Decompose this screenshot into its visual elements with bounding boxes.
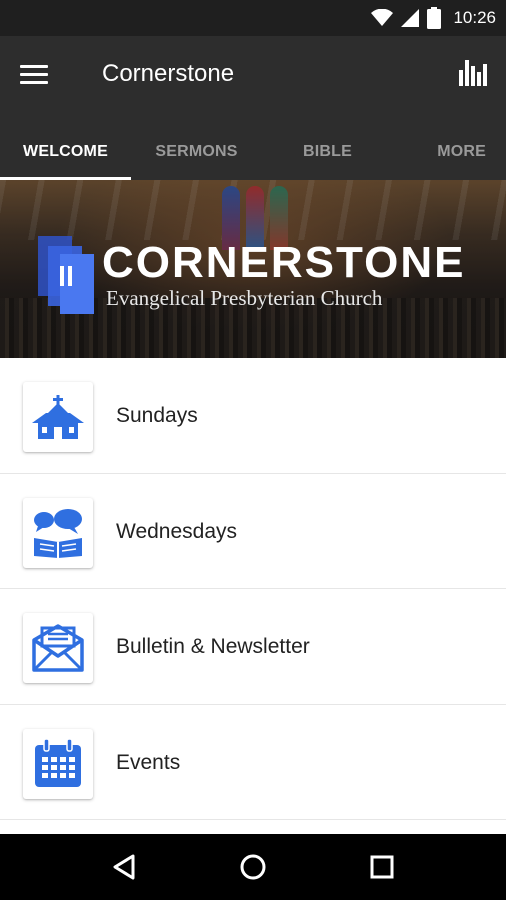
tab-sermons[interactable]: SERMONS <box>131 124 262 180</box>
hamburger-menu-icon[interactable] <box>20 58 60 90</box>
status-time: 10:26 <box>453 8 496 27</box>
hero-subtitle: Evangelical Presbyterian Church <box>106 286 383 310</box>
church-icon <box>23 382 93 452</box>
tab-welcome[interactable]: WELCOME <box>0 124 131 180</box>
tab-bar: WELCOME SERMONS BIBLE MORE <box>0 124 506 180</box>
recents-icon[interactable] <box>357 842 407 892</box>
hero-banner: CORNERSTONE Evangelical Presbyterian Chu… <box>0 180 506 358</box>
tab-more[interactable]: MORE <box>393 124 506 180</box>
list-item-label: Bulletin & Newsletter <box>116 635 310 658</box>
list-item-label: Sundays <box>116 404 198 427</box>
list-item-events[interactable]: Events <box>0 704 506 820</box>
back-icon[interactable] <box>99 842 149 892</box>
status-icons: 10:26 <box>371 0 496 36</box>
list-item-wednesdays[interactable]: Wednesdays <box>0 473 506 589</box>
envelope-icon <box>23 613 93 683</box>
menu-list: Sundays Wednesdays Bulletin & Newsletter… <box>0 358 506 820</box>
hero-title: CORNERSTONE <box>102 238 466 287</box>
app-title: Cornerstone <box>102 60 235 87</box>
list-item-sundays[interactable]: Sundays <box>0 358 506 474</box>
system-nav-bar <box>0 834 506 900</box>
list-item-label: Events <box>116 750 181 774</box>
signal-icon <box>401 9 420 27</box>
battery-icon <box>427 7 442 29</box>
home-icon[interactable] <box>228 842 278 892</box>
church-logo-icon <box>38 236 94 314</box>
tab-bible[interactable]: BIBLE <box>262 124 393 180</box>
calendar-icon <box>23 728 93 799</box>
wifi-icon <box>371 9 394 26</box>
bible-study-icon <box>23 497 93 568</box>
list-item-bulletin-newsletter[interactable]: Bulletin & Newsletter <box>0 589 506 705</box>
app-bar: Cornerstone WELCOME SERMONS BIBLE MORE <box>0 36 506 180</box>
status-bar: 10:26 <box>0 0 506 36</box>
list-item-label: Wednesdays <box>116 519 238 543</box>
bar-chart-icon[interactable] <box>458 56 488 88</box>
